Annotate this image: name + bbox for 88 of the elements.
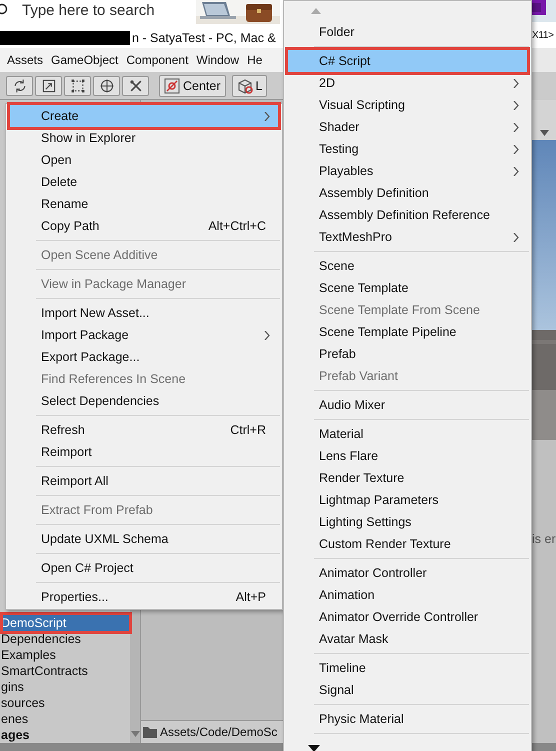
menu-item[interactable]: Lightmap Parameters [286,489,529,511]
menu-item[interactable]: GameObject [51,53,118,67]
cube-icon [236,78,253,94]
tree-item[interactable]: Dependencies [0,631,130,647]
menu-item[interactable]: Avatar Mask [286,628,529,650]
menu-item[interactable]: C# Script [286,50,529,72]
menu-item[interactable]: Update UXML Schema [8,528,280,550]
scroll-down-icon[interactable] [308,745,320,751]
chevron-right-icon [513,100,519,110]
menu-item[interactable]: Prefab [286,343,529,365]
menu-item[interactable]: Lighting Settings [286,511,529,533]
tree-item[interactable]: Examples [0,647,130,663]
menu-item[interactable]: Refresh Ctrl+R [8,419,280,441]
menu-item[interactable]: Testing [286,138,529,160]
toolbar-button[interactable]: Center [159,74,226,96]
menu-item[interactable]: Animation [286,584,529,606]
tool-button[interactable] [93,76,120,96]
menu-item[interactable]: Delete [8,171,280,193]
menu-item[interactable]: Scene Template [286,277,529,299]
tree-item[interactable]: enes [0,711,130,727]
menu-item[interactable]: Visual Scripting [286,94,529,116]
tree-item[interactable]: gins [0,679,130,695]
chevron-right-icon [513,144,519,154]
pivot-icon [164,78,180,94]
menu-item[interactable]: TextMeshPro [286,226,529,248]
menu-item[interactable]: Rename [8,193,280,215]
scale-icon [40,78,56,94]
menu-item[interactable]: Scene [286,255,529,277]
menu-item[interactable]: Select Dependencies [8,390,280,412]
menu-item[interactable]: Open C# Project [8,557,280,579]
menu-item[interactable]: Export Package... [8,346,280,368]
status-bar [532,743,556,751]
search-icon [0,3,10,15]
menu-item[interactable]: Audio Mixer [286,394,529,416]
chevron-right-icon [513,232,519,242]
tool-button[interactable] [35,76,62,96]
menu-item[interactable]: Material [286,423,529,445]
menu-item[interactable]: Animator Override Controller [286,606,529,628]
menu-item[interactable]: Properties... Alt+P [8,586,280,608]
menu-item[interactable]: Render Texture [286,467,529,489]
window-title: n - SatyaTest - PC, Mac & [131,31,276,45]
menu-item[interactable]: Reimport All [8,470,280,492]
rect-tool-icon [70,78,86,94]
chevron-right-icon [513,122,519,132]
tools-icon [128,78,144,94]
menu-item[interactable]: Assets [7,53,44,67]
toolbar-button[interactable]: L [232,74,268,96]
menu-item[interactable]: Import Package [8,324,280,346]
chevron-right-icon [513,78,519,88]
menu-item[interactable]: Assembly Definition [286,182,529,204]
tool-button[interactable] [64,76,91,96]
menu-item[interactable]: Show in Explorer [8,127,280,149]
menu-item[interactable]: Lens Flare [286,445,529,467]
tree-item[interactable]: DemoScript [0,615,130,631]
menu-item[interactable]: Folder [286,21,529,43]
chevron-right-icon [513,166,519,176]
rotate-icon [12,78,28,94]
chevron-right-icon [264,330,270,340]
menu-item[interactable]: Animator Controller [286,562,529,584]
menu-item[interactable]: He [247,53,262,67]
menu-item[interactable]: Timeline [286,657,529,679]
panel-text: is er [532,532,556,546]
chevron-right-icon [264,112,270,120]
menu-item[interactable]: 2D [286,72,529,94]
menu-item[interactable]: Copy Path Alt+Ctrl+C [8,215,280,237]
menu-item[interactable]: Physic Material [286,708,529,730]
transform-icon [98,78,114,94]
path-text: Assets/Code/DemoSc [160,725,278,739]
menu-item[interactable]: Open [8,149,280,171]
menu-item[interactable]: Shader [286,116,529,138]
menu-item[interactable]: Reimport [8,441,280,463]
tool-button[interactable] [6,76,33,96]
menu-item[interactable]: Custom Render Texture [286,533,529,555]
menu-item[interactable]: Playables [286,160,529,182]
menu-item[interactable]: Scene Template Pipeline [286,321,529,343]
tree-item[interactable]: ages [0,727,130,743]
window-title-fragment: X11> [532,30,554,40]
dropdown-icon[interactable] [540,130,548,136]
menu-item[interactable]: Component [126,53,188,67]
tree-item[interactable]: SmartContracts [0,663,130,679]
menu-item[interactable]: Window [196,53,240,67]
menu-item[interactable]: Assembly Definition Reference [286,204,529,226]
menu-item[interactable]: Signal [286,679,529,701]
tree-item[interactable]: sources [0,695,130,711]
menu-item[interactable]: Import New Asset... [8,302,280,324]
tool-button[interactable] [122,76,149,96]
menu-item[interactable]: Create [8,105,280,127]
folder-icon [143,726,157,738]
